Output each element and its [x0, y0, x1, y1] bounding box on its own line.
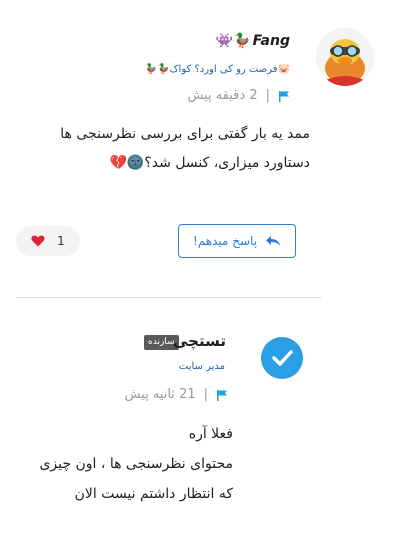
timestamp: 2 دقیقه پیش — [187, 88, 258, 103]
flag-icon[interactable] — [278, 90, 290, 102]
comment-meta: 2 دقیقه پیش | — [187, 88, 290, 103]
comment-text-line: دستاورد میزاری، کنسل شد؟🌚💔 — [109, 155, 311, 171]
comment-header: 👾🦆 Fang — [216, 33, 290, 49]
like-button[interactable]: 1 — [16, 226, 80, 256]
separator: | — [203, 387, 208, 402]
reply-button[interactable]: پاسخ میدهم! — [178, 224, 296, 258]
username[interactable]: تستچی — [173, 332, 226, 350]
username[interactable]: Fang — [253, 33, 290, 49]
flag-icon[interactable] — [216, 389, 228, 401]
timestamp: 21 ثانیه پیش — [124, 387, 196, 402]
reply-arrow-icon — [266, 236, 281, 246]
comment-text-line: فعلا آره — [188, 426, 233, 442]
divider — [16, 297, 321, 298]
reply-button-label: پاسخ میدهم! — [192, 234, 258, 248]
comment-text-line: ممد یه بار گفتی برای بررسی نظرسنجی ها — [60, 126, 310, 142]
separator: | — [265, 88, 270, 103]
verified-check-icon[interactable] — [261, 337, 303, 379]
user-role: مدیر سایت — [178, 361, 225, 372]
comment-text-line: محتوای نظرسنجی ها ، اون چیزی — [39, 456, 233, 472]
heart-icon — [31, 235, 45, 247]
avatar-image — [316, 28, 374, 86]
user-subtitle: 🐷فرصت رو کی اورد؟ کواک🦆🦆 — [144, 64, 290, 75]
comment-text-line: که انتظار داشتم نیست الان — [74, 486, 233, 502]
avatar[interactable] — [316, 28, 374, 86]
verified-badge-graphic — [264, 339, 300, 377]
username-emojis: 👾🦆 — [215, 33, 251, 49]
like-count: 1 — [57, 234, 65, 248]
comment-meta: 21 ثانیه پیش | — [125, 387, 228, 402]
